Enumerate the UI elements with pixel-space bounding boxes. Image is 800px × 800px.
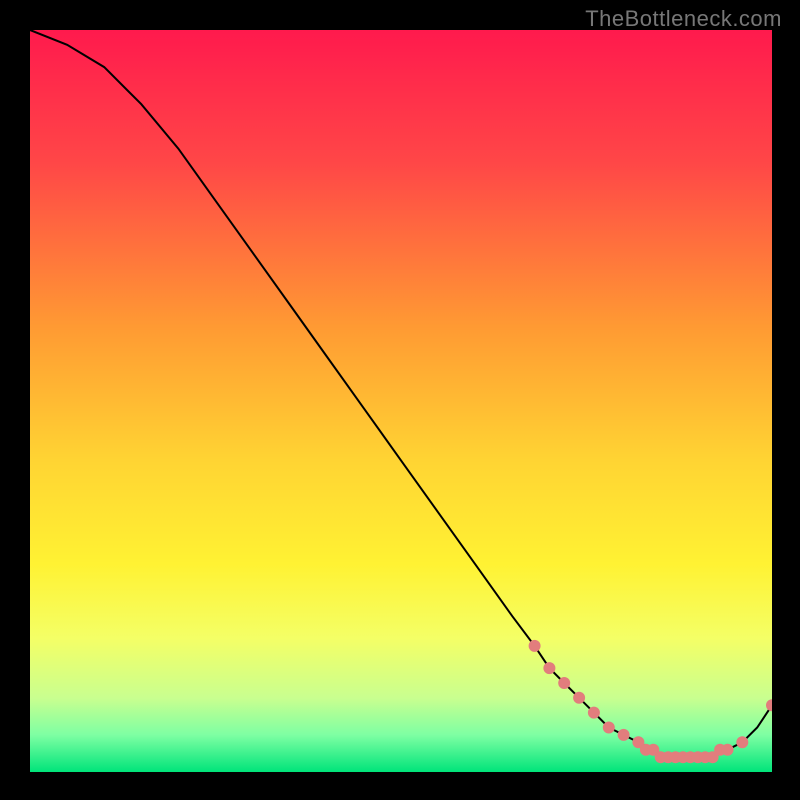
heat-gradient-bg <box>30 30 772 772</box>
data-marker <box>618 729 630 741</box>
data-marker <box>603 722 615 734</box>
data-marker <box>529 640 541 652</box>
data-marker <box>543 662 555 674</box>
chart-plot <box>30 30 772 772</box>
data-marker <box>736 736 748 748</box>
data-marker <box>558 677 570 689</box>
data-marker <box>573 692 585 704</box>
data-marker <box>722 744 734 756</box>
watermark-text: TheBottleneck.com <box>585 6 782 32</box>
data-marker <box>588 707 600 719</box>
chart-frame: TheBottleneck.com <box>0 0 800 800</box>
